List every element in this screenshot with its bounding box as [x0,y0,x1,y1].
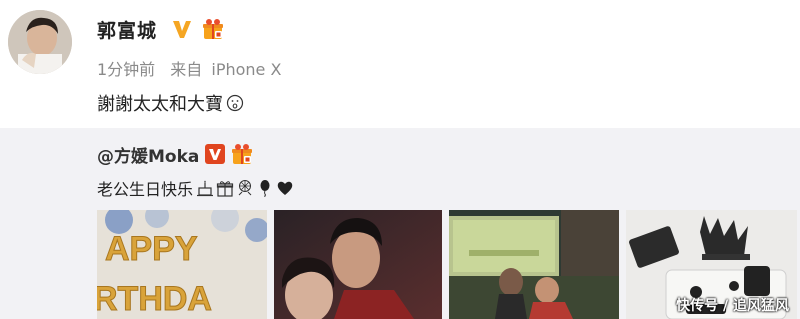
verified-v-icon[interactable] [171,18,193,40]
repost-gift-badge-icon[interactable] [230,142,254,166]
birthday-cake-photo[interactable]: 快传号 / 追风猛风 [626,210,797,319]
repost-author-name[interactable]: @方媛Moka [97,142,199,167]
repost-photo-grid: APPY RTHDA 快传号 / 追风猛风 [97,210,797,319]
author-row: 郭富城 [97,14,225,44]
post-meta: 1分钟前 来自 iPhone X [97,56,281,80]
birthday-banner-photo[interactable]: APPY RTHDA [97,210,267,319]
party-screen-photo[interactable] [449,210,619,319]
cake-icon [196,179,214,197]
post-content: 謝謝太太和大寶 [97,90,244,116]
original-post: 郭富城 1分钟前 来自 iPhone X 謝謝太太和大寶 [0,0,800,128]
repost-verified-v-icon[interactable] [205,144,226,164]
repost-author-row: @方媛Moka [97,140,254,168]
gift-icon [216,179,234,197]
reposted-post[interactable]: @方媛Moka 老公生日快乐 APPY RTHDA 快传号 / 追风猛风 [0,128,800,319]
repost-emojis [196,179,294,197]
watermark-text: 快传号 / 追风猛风 [676,298,789,314]
gift-badge-icon[interactable] [201,17,225,41]
repost-text: 老公生日快乐 [97,180,194,199]
surprised-face-icon [226,94,244,112]
author-name[interactable]: 郭富城 [97,16,157,43]
post-source-device[interactable]: iPhone X [211,60,281,79]
banner-letters-row2: RTHDA [97,280,212,318]
repost-content: 老公生日快乐 [97,176,294,200]
author-avatar[interactable] [8,10,72,74]
post-text: 謝謝太太和大寶 [97,94,223,115]
fireworks-icon [236,179,254,197]
post-timestamp[interactable]: 1分钟前 [97,60,155,79]
balloon-icon [256,179,274,197]
banner-letters-row1: APPY [105,230,198,268]
post-source-prefix: 来自 [170,60,203,79]
heart-icon [276,179,294,197]
couple-selfie-photo[interactable] [274,210,442,319]
